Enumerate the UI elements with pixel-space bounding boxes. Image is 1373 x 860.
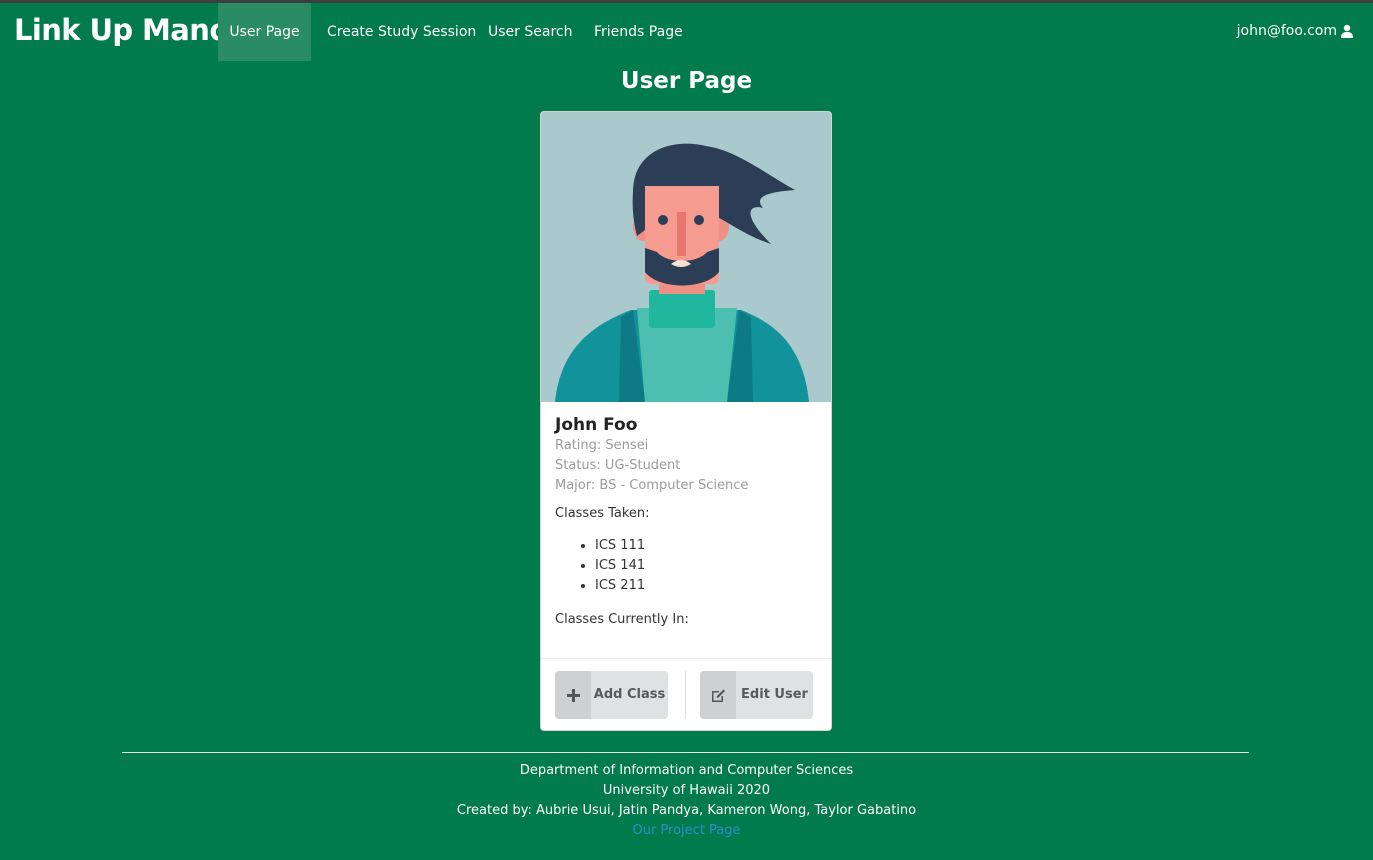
list-item: ICS 141: [595, 556, 817, 576]
footer-department: Department of Information and Computer S…: [519, 763, 854, 778]
card-content: John Foo Rating: Sensei Status: UG-Stude…: [555, 414, 817, 630]
classes-taken-list: ICS 111 ICS 141 ICS 211: [555, 536, 817, 596]
top-navbar: Link Up Manoa User Page Create Study Ses…: [0, 3, 1373, 61]
user-icon: [1341, 24, 1353, 38]
edit-user-button[interactable]: Edit User: [700, 671, 813, 719]
plus-icon: [555, 671, 591, 719]
user-menu-dropdown[interactable]: john@foo.com: [1237, 23, 1354, 39]
add-class-button[interactable]: Add Class: [555, 671, 668, 719]
page-title: User Page: [620, 68, 753, 94]
classes-taken-label: Classes Taken:: [555, 506, 650, 521]
edit-user-label: Edit User: [741, 687, 808, 702]
user-major: Major: BS - Computer Science: [555, 478, 749, 493]
user-status: Status: UG-Student: [555, 458, 681, 473]
brand-logo-link[interactable]: Link Up Manoa: [14, 13, 248, 47]
nav-create-study-session[interactable]: Create Study Session: [327, 3, 476, 61]
user-rating: Rating: Sensei: [555, 438, 649, 453]
profile-avatar-image: [541, 112, 831, 402]
footer-university: University of Hawaii 2020: [602, 783, 771, 798]
list-item: ICS 111: [595, 536, 817, 556]
user-profile-card: John Foo Rating: Sensei Status: UG-Stude…: [540, 111, 832, 731]
list-item: ICS 211: [595, 576, 817, 596]
classes-current-label: Classes Currently In:: [555, 612, 689, 627]
add-class-label: Add Class: [593, 687, 666, 702]
footer-divider: [122, 752, 1249, 753]
button-divider: [685, 671, 686, 719]
project-page-link[interactable]: Our Project Page: [0, 821, 1373, 841]
footer: Department of Information and Computer S…: [0, 761, 1373, 841]
footer-credits: Created by: Aubrie Usui, Jatin Pandya, K…: [456, 803, 917, 818]
edit-icon: [700, 671, 736, 719]
nav-friends-page[interactable]: Friends Page: [594, 3, 683, 61]
nav-user-search[interactable]: User Search: [488, 3, 572, 61]
user-name: John Foo: [555, 415, 638, 435]
card-actions: Add Class Edit User: [541, 658, 831, 730]
nav-user-page[interactable]: User Page: [218, 3, 311, 61]
user-email: john@foo.com: [1236, 23, 1337, 39]
